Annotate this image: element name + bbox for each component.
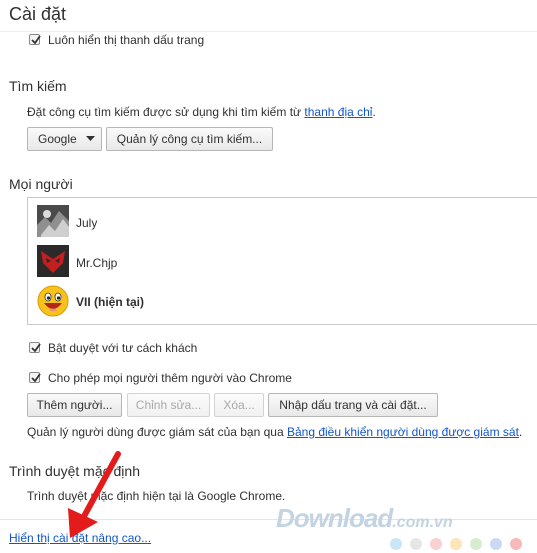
header-divider (0, 31, 537, 32)
people-list[interactable]: July Mr.Chjp VII (hiện tại) (27, 197, 537, 325)
add-people-checkbox[interactable] (29, 372, 41, 383)
decor-dot (390, 538, 402, 550)
list-item[interactable]: July (28, 201, 537, 241)
red-mask-avatar-icon (37, 245, 69, 277)
search-engine-value: Google (38, 132, 77, 146)
checkmark-icon (31, 373, 41, 383)
bookmarks-bar-label: Luôn hiển thị thanh dấu trang (48, 33, 205, 47)
guest-browsing-label: Bật duyệt với tư cách khách (48, 341, 198, 355)
watermark-logo: Download.com.vn (276, 503, 453, 533)
decor-dot (490, 538, 502, 550)
checkmark-icon (31, 35, 41, 45)
decor-dot (450, 538, 462, 550)
list-item[interactable]: Mr.Chjp (28, 241, 537, 281)
supervised-users-text: Quản lý người dùng được giám sát của bạn… (27, 425, 523, 439)
dark-photo-avatar-icon (37, 205, 69, 237)
dropdown-arrow-icon (86, 136, 95, 141)
person-name: Mr.Chjp (76, 256, 118, 270)
decor-dot (430, 538, 442, 550)
red-arrow-annotation-icon (68, 451, 121, 538)
delete-person-button[interactable]: Xóa... (214, 393, 264, 417)
add-people-label: Cho phép mọi người thêm người vào Chrome (48, 371, 292, 385)
smiley-avatar-icon (37, 285, 69, 317)
guest-browsing-checkbox[interactable] (29, 342, 41, 353)
current-person-name: VII (hiện tại) (76, 295, 145, 309)
add-person-button[interactable]: Thêm người... (27, 393, 122, 417)
list-item[interactable]: VII (hiện tại) (28, 281, 537, 321)
bookmarks-bar-checkbox[interactable] (29, 34, 41, 45)
import-bookmarks-button[interactable]: Nhập dấu trang và cài đặt... (268, 393, 438, 417)
page-title: Cài đặt (9, 4, 67, 24)
search-section-title: Tìm kiếm (9, 78, 67, 94)
person-name: July (76, 216, 98, 230)
decor-dot (410, 538, 422, 550)
decor-dot (510, 538, 522, 550)
search-engine-select[interactable]: Google (27, 127, 102, 151)
decor-dot (470, 538, 482, 550)
checkmark-icon (31, 343, 41, 353)
manage-search-engines-button[interactable]: Quản lý công cụ tìm kiếm... (106, 127, 273, 151)
search-description: Đặt công cụ tìm kiếm được sử dụng khi tì… (27, 105, 376, 119)
people-section-title: Mọi người (9, 176, 73, 192)
omnibox-link[interactable]: thanh địa chỉ (304, 105, 372, 119)
supervised-dashboard-link[interactable]: Bảng điều khiển người dùng được giám sát (287, 425, 519, 439)
edit-person-button[interactable]: Chỉnh sửa... (127, 393, 210, 417)
